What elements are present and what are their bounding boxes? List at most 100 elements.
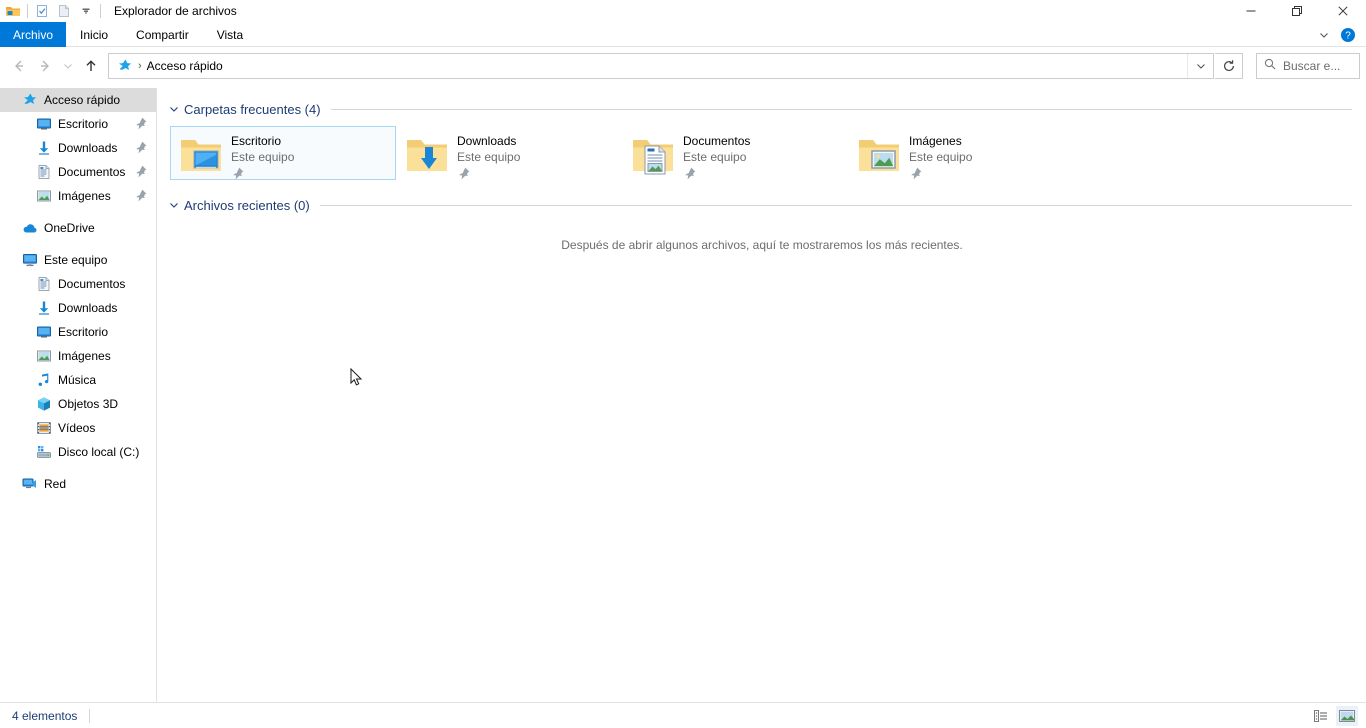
details-view-button[interactable]	[1310, 706, 1332, 726]
sidebar-item-acceso-r-pido[interactable]: Acceso rápido	[0, 88, 156, 112]
sidebar-item-m-sica[interactable]: Música	[0, 368, 156, 392]
sidebar-item-label: Música	[58, 373, 97, 387]
folder-tile-location: Este equipo	[683, 150, 747, 164]
folder-tile[interactable]: Imágenes Este equipo	[848, 126, 1074, 180]
group-title: Archivos recientes (0)	[184, 197, 310, 213]
ribbon-tab-bar: Archivo Inicio Compartir Vista	[0, 22, 1366, 47]
close-button[interactable]	[1320, 0, 1366, 22]
tab-inicio[interactable]: Inicio	[66, 22, 122, 47]
folder-documents-icon	[629, 131, 677, 179]
minimize-button[interactable]	[1228, 0, 1274, 22]
pin-icon[interactable]	[231, 166, 245, 180]
sidebar-item-label: Downloads	[58, 141, 118, 155]
frequent-folders-list[interactable]: Escritorio Este equipo Downloads Este equip…	[158, 126, 1366, 184]
group-title: Carpetas frecuentes (4)	[184, 101, 321, 117]
sidebar-item-disco-local-c[interactable]: Disco local (C:)	[0, 440, 156, 464]
folder-tile-text: Downloads Este equipo	[457, 131, 520, 180]
back-button[interactable]	[6, 53, 32, 79]
sidebar-item-label: Downloads	[58, 301, 118, 315]
music-note-icon	[36, 372, 52, 388]
sidebar-item-red[interactable]: Red	[0, 472, 156, 496]
group-header-recent-files[interactable]: Archivos recientes (0)	[158, 194, 1366, 216]
chevron-down-icon[interactable]	[75, 1, 97, 21]
nav-group-gap	[0, 208, 156, 216]
breadcrumb[interactable]: › Acceso rápido	[109, 58, 1187, 74]
folder-tile-name: Downloads	[457, 134, 517, 148]
sidebar-item-downloads[interactable]: Downloads	[0, 136, 156, 160]
recent-files-empty-message: Después de abrir algunos archivos, aquí …	[561, 238, 963, 252]
folder-icon[interactable]	[2, 1, 24, 21]
sidebar-item-label: Acceso rápido	[44, 93, 121, 107]
sidebar-item-im-genes[interactable]: Imágenes	[0, 184, 156, 208]
mouse-cursor	[350, 367, 364, 388]
navigation-pane[interactable]: Acceso rápido Escritorio Downloads Document…	[0, 88, 157, 702]
pin-icon[interactable]	[134, 164, 148, 178]
folder-tile-text: Imágenes Este equipo	[909, 131, 972, 180]
sidebar-item-escritorio[interactable]: Escritorio	[0, 112, 156, 136]
sidebar-item-label: Escritorio	[58, 325, 109, 339]
up-button[interactable]	[78, 53, 104, 79]
breadcrumb-path[interactable]: Acceso rápido	[147, 59, 223, 73]
status-separator	[89, 708, 91, 723]
address-dropdown-icon[interactable]	[1187, 54, 1213, 78]
sidebar-item-este-equipo[interactable]: Este equipo	[0, 248, 156, 272]
tab-compartir[interactable]: Compartir	[122, 22, 203, 47]
recent-locations-button[interactable]	[58, 53, 78, 79]
pin-icon[interactable]	[909, 166, 923, 180]
refresh-button[interactable]	[1215, 53, 1243, 79]
forward-button[interactable]	[32, 53, 58, 79]
sidebar-item-escritorio[interactable]: Escritorio	[0, 320, 156, 344]
address-bar[interactable]: › Acceso rápido	[108, 53, 1214, 79]
search-placeholder: Buscar e...	[1283, 59, 1341, 73]
sidebar-item-label: Imágenes	[58, 349, 111, 363]
sidebar-item-objetos-3d[interactable]: Objetos 3D	[0, 392, 156, 416]
pin-icon[interactable]	[457, 166, 471, 180]
nav-group-gap	[0, 240, 156, 248]
sidebar-item-downloads[interactable]: Downloads	[0, 296, 156, 320]
folder-tile-name: Documentos	[683, 134, 751, 148]
tab-archivo[interactable]: Archivo	[0, 22, 67, 47]
search-icon	[1263, 57, 1277, 76]
folder-tile[interactable]: Downloads Este equipo	[396, 126, 622, 180]
folder-pictures-icon	[855, 131, 903, 179]
downloads-icon	[36, 300, 52, 316]
svg-text:?: ?	[1345, 30, 1351, 41]
sidebar-item-label: Imágenes	[58, 189, 111, 203]
pin-icon[interactable]	[134, 116, 148, 130]
pin-icon[interactable]	[134, 140, 148, 154]
new-folder-icon[interactable]	[53, 1, 75, 21]
folder-desktop-icon	[177, 131, 225, 179]
sidebar-item-im-genes[interactable]: Imágenes	[0, 344, 156, 368]
desktop-icon	[36, 116, 52, 132]
sidebar-item-label: Escritorio	[58, 117, 109, 131]
sidebar-item-label: Documentos	[58, 165, 126, 179]
properties-icon[interactable]	[31, 1, 53, 21]
chevron-down-icon[interactable]	[168, 103, 180, 115]
search-input[interactable]: Buscar e...	[1256, 53, 1360, 79]
sidebar-item-documentos[interactable]: Documentos	[0, 160, 156, 184]
ribbon-right-buttons: ?	[1312, 22, 1366, 47]
large-icons-view-button[interactable]	[1336, 706, 1358, 726]
pin-icon[interactable]	[134, 188, 148, 202]
sidebar-item-v-deos[interactable]: Vídeos	[0, 416, 156, 440]
folder-tile[interactable]: Escritorio Este equipo	[170, 126, 396, 180]
group-divider	[319, 204, 1352, 206]
maximize-button[interactable]	[1274, 0, 1320, 22]
file-list-pane[interactable]: Carpetas frecuentes (4) Escritorio Este e…	[158, 88, 1366, 702]
folder-downloads-icon	[403, 131, 451, 179]
help-icon[interactable]: ?	[1336, 22, 1360, 47]
videos-icon	[36, 420, 52, 436]
group-header-frequent-folders[interactable]: Carpetas frecuentes (4)	[158, 98, 1366, 120]
pin-icon[interactable]	[683, 166, 697, 180]
documents-icon	[36, 164, 52, 180]
sidebar-item-onedrive[interactable]: OneDrive	[0, 216, 156, 240]
this-pc-icon	[22, 252, 38, 268]
documents-icon	[36, 276, 52, 292]
tab-vista[interactable]: Vista	[203, 22, 257, 47]
toolbar-separator-2	[100, 4, 101, 18]
network-icon	[22, 476, 38, 492]
sidebar-item-documentos[interactable]: Documentos	[0, 272, 156, 296]
folder-tile[interactable]: Documentos Este equipo	[622, 126, 848, 180]
chevron-down-icon[interactable]	[168, 199, 180, 211]
ribbon-expand-icon[interactable]	[1312, 22, 1336, 47]
